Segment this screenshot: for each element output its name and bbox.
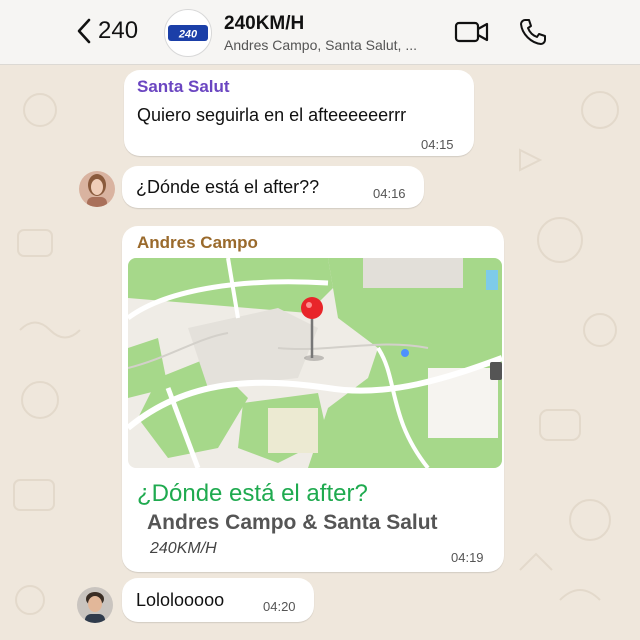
phone-call-button[interactable]	[518, 17, 548, 52]
message-text: Lololooooo	[136, 590, 225, 610]
sender-avatar[interactable]	[77, 587, 113, 623]
message-time: 04:19	[451, 550, 484, 565]
location-title[interactable]: ¿Dónde está el after?	[137, 480, 368, 508]
sender-name: Andres Campo	[137, 233, 258, 252]
phone-icon	[520, 19, 546, 45]
group-name[interactable]: 240KM/H	[224, 13, 304, 35]
unread-count: 240	[98, 17, 139, 44]
message-time: 04:16	[373, 186, 406, 201]
video-call-icon	[454, 21, 489, 43]
message-time: 04:15	[421, 137, 454, 152]
location-map[interactable]	[128, 258, 502, 468]
location-group: 240KM/H	[150, 540, 217, 557]
group-logo: 240	[168, 25, 208, 41]
message-time: 04:20	[263, 599, 296, 614]
chat-header: 240 240 240KM/H Andres Campo, Santa Salu…	[0, 0, 640, 65]
video-call-button[interactable]	[454, 18, 490, 51]
svg-text:240: 240	[178, 29, 198, 41]
location-people: Andres Campo & Santa Salut	[147, 511, 438, 534]
message-text: Quiero seguirla en el afteeeeeerrr	[137, 105, 407, 125]
sender-name: Santa Salut	[137, 77, 230, 96]
chevron-left-icon	[77, 18, 91, 44]
group-members[interactable]: Andres Campo, Santa Salut, ...	[224, 37, 417, 53]
message-bubble[interactable]: Santa Salut Quiero seguirla en el afteee…	[124, 70, 474, 156]
back-button[interactable]: 240	[76, 17, 138, 45]
message-bubble[interactable]: ¿Dónde está el after?? 04:16	[122, 166, 424, 208]
group-avatar[interactable]: 240	[164, 9, 212, 57]
sender-avatar[interactable]	[79, 171, 115, 207]
message-text: ¿Dónde está el after??	[136, 177, 320, 197]
message-bubble[interactable]: Lololooooo 04:20	[122, 578, 314, 622]
